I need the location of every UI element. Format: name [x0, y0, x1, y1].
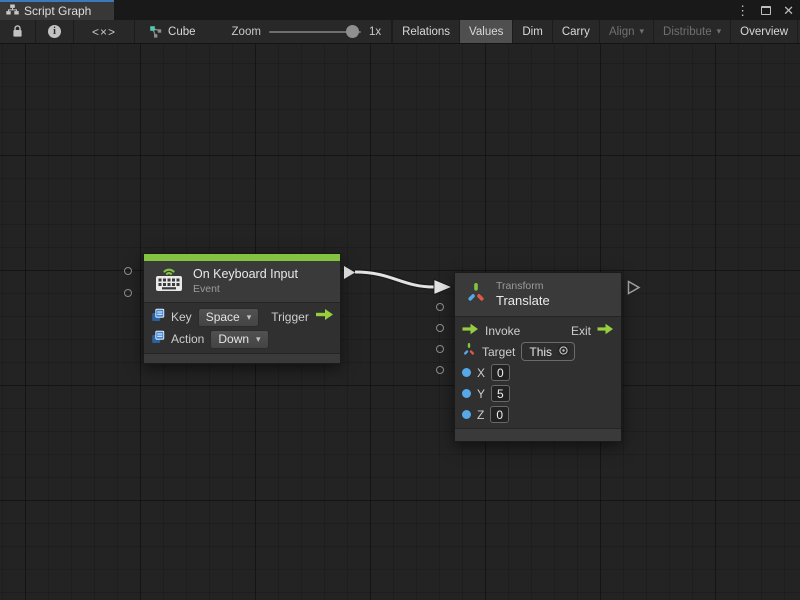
key-dropdown[interactable]: Space ▾: [198, 308, 260, 327]
node-body: Key Space ▾ Trigger: [144, 303, 340, 353]
key-input-port[interactable]: [124, 267, 132, 275]
y-value-input[interactable]: 5: [491, 385, 510, 402]
node-header[interactable]: Transform Translate: [455, 273, 621, 316]
enum-icon: [151, 330, 165, 349]
chevron-down-icon: ▾: [640, 26, 645, 37]
toolbar-right-group: Relations Values Dim Carry Align▾ Distri…: [392, 20, 800, 43]
target-input-port[interactable]: [436, 303, 444, 311]
graph-hierarchy-icon: [6, 2, 19, 20]
trigger-label: Trigger: [271, 310, 309, 324]
graph-canvas[interactable]: On Keyboard Input Event Key Space ▾: [0, 44, 800, 600]
align-button[interactable]: Align▾: [599, 20, 653, 43]
action-input-port[interactable]: [124, 289, 132, 297]
graph-icon: [149, 25, 162, 38]
target-port-row: Target This: [462, 341, 614, 362]
connection-wire: [0, 44, 800, 600]
target-label: Target: [482, 345, 515, 359]
y-label: Y: [477, 387, 485, 401]
invoke-port-row: Invoke Exit: [462, 320, 614, 341]
event-color-bar: [144, 254, 340, 261]
tab-script-graph[interactable]: Script Graph: [0, 0, 114, 20]
window-close-icon[interactable]: ✕: [783, 4, 794, 17]
overview-button[interactable]: Overview: [730, 20, 797, 43]
inspect-button[interactable]: i: [36, 20, 74, 43]
action-label: Action: [171, 332, 204, 346]
info-icon: i: [48, 25, 61, 38]
dim-button[interactable]: Dim: [512, 20, 551, 43]
node-category: Transform: [496, 280, 550, 293]
z-label: Z: [477, 408, 484, 422]
value-port-dot: [462, 389, 471, 398]
lock-icon: [12, 25, 23, 38]
trigger-output-port[interactable]: [343, 265, 356, 280]
chevron-down-icon: ▾: [247, 312, 252, 323]
tab-title: Script Graph: [24, 4, 91, 18]
node-subtitle: Event: [193, 283, 298, 296]
node-body: Invoke Exit: [455, 317, 621, 428]
zoom-slider[interactable]: [269, 31, 361, 33]
graph-target: Cube: [135, 20, 206, 43]
node-title: On Keyboard Input: [193, 267, 298, 283]
zoom-label: Zoom: [232, 26, 261, 38]
zoom-control: Zoom 1x: [206, 20, 393, 43]
invoke-label: Invoke: [485, 324, 520, 338]
invoke-arrow-icon[interactable]: [462, 322, 479, 340]
graph-target-label: Cube: [168, 26, 196, 38]
node-header[interactable]: On Keyboard Input Event: [144, 261, 340, 302]
distribute-button[interactable]: Distribute▾: [653, 20, 730, 43]
y-input-port[interactable]: [436, 345, 444, 353]
x-label: X: [477, 366, 485, 380]
transform-icon: [465, 281, 487, 308]
code-preview-button[interactable]: <×>: [74, 20, 135, 43]
transform-small-icon: [462, 342, 476, 361]
zoom-value: 1x: [369, 26, 381, 38]
keyboard-icon: [154, 266, 184, 297]
node-footer: [455, 428, 621, 441]
lock-button[interactable]: [0, 20, 36, 43]
key-port-row: Key Space ▾ Trigger: [151, 306, 333, 328]
trigger-arrow-icon[interactable]: [315, 308, 334, 326]
graph-toolbar: i <×> Cube Zoom 1x Relations Values Dim …: [0, 20, 800, 44]
key-label: Key: [171, 310, 192, 324]
z-port-row: Z 0: [462, 404, 614, 425]
window-tab-bar: Script Graph ⋮ ✕: [0, 0, 800, 20]
exit-output-port[interactable]: [627, 280, 641, 295]
window-menu-icon[interactable]: ⋮: [736, 4, 749, 17]
target-value-chip[interactable]: This: [521, 342, 575, 361]
window-controls: ⋮ ✕: [736, 0, 794, 20]
target-picker-icon[interactable]: [557, 344, 570, 360]
carry-button[interactable]: Carry: [552, 20, 599, 43]
node-on-keyboard-input[interactable]: On Keyboard Input Event Key Space ▾: [143, 253, 341, 364]
window-maximize-icon[interactable]: [761, 6, 771, 15]
action-dropdown[interactable]: Down ▾: [210, 330, 268, 349]
chevron-down-icon: ▾: [256, 334, 261, 345]
z-value-input[interactable]: 0: [490, 406, 509, 423]
code-preview-icon: <×>: [92, 25, 116, 39]
values-button[interactable]: Values: [459, 20, 512, 43]
x-port-row: X 0: [462, 362, 614, 383]
node-footer: [144, 353, 340, 363]
enum-icon: [151, 308, 165, 327]
node-translate[interactable]: Transform Translate Invoke Exit: [454, 272, 622, 442]
x-input-port[interactable]: [436, 324, 444, 332]
y-port-row: Y 5: [462, 383, 614, 404]
value-port-dot: [462, 410, 471, 419]
exit-arrow-icon[interactable]: [597, 322, 614, 340]
exit-label: Exit: [571, 324, 591, 338]
zoom-slider-handle[interactable]: [346, 25, 359, 38]
action-port-row: Action Down ▾: [151, 328, 333, 350]
chevron-down-icon: ▾: [717, 26, 722, 37]
value-port-dot: [462, 368, 471, 377]
node-title: Translate: [496, 293, 550, 309]
x-value-input[interactable]: 0: [491, 364, 510, 381]
relations-button[interactable]: Relations: [392, 20, 459, 43]
z-input-port[interactable]: [436, 366, 444, 374]
